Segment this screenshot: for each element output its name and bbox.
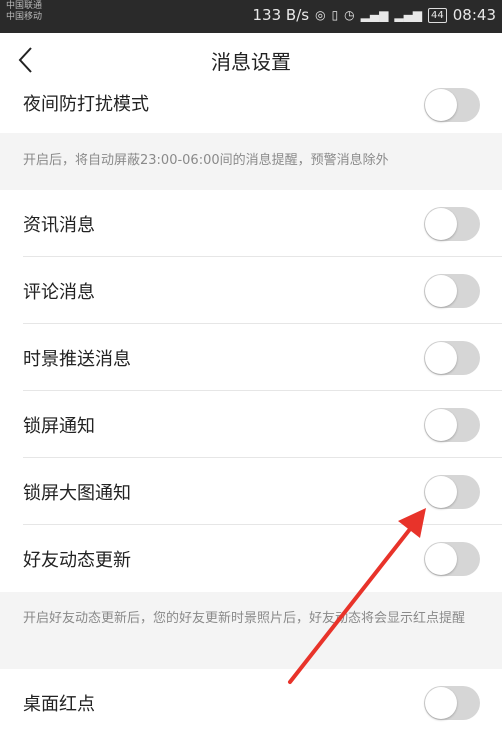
lockscreen-toggle[interactable] bbox=[424, 407, 480, 442]
news-toggle[interactable] bbox=[424, 206, 480, 241]
setting-row-desktop-badge: 桌面红点 bbox=[0, 669, 502, 736]
carrier-2: 中国移动 bbox=[6, 12, 43, 22]
setting-row-friends: 好友动态更新 bbox=[0, 525, 502, 592]
toggle-knob bbox=[425, 686, 457, 719]
toggle-knob bbox=[425, 341, 457, 374]
setting-row-comments: 评论消息 bbox=[0, 257, 502, 324]
toggle-knob bbox=[425, 274, 457, 307]
setting-row-push: 时景推送消息 bbox=[0, 324, 502, 391]
push-toggle[interactable] bbox=[424, 340, 480, 375]
desktop-badge-label: 桌面红点 bbox=[23, 693, 95, 715]
friends-note-text: 开启好友动态更新后，您的好友更新时景照片后，好友动态将会显示红点提醒 bbox=[23, 611, 466, 626]
setting-row-lockscreen-big: 锁屏大图通知 bbox=[0, 458, 502, 525]
comments-label: 评论消息 bbox=[23, 281, 95, 303]
toggle-knob bbox=[425, 89, 457, 121]
friends-note: 开启好友动态更新后，您的好友更新时景照片后，好友动态将会显示红点提醒 bbox=[0, 592, 502, 669]
lockscreen-label: 锁屏通知 bbox=[23, 415, 95, 437]
vibrate-icon: ▯ bbox=[331, 8, 339, 22]
news-label: 资讯消息 bbox=[23, 214, 95, 236]
night-mode-toggle[interactable] bbox=[424, 88, 480, 122]
push-label: 时景推送消息 bbox=[23, 348, 131, 370]
battery-icon: 44 bbox=[428, 7, 447, 23]
carrier-1: 中国联通 bbox=[6, 1, 43, 11]
desktop-badge-toggle[interactable] bbox=[424, 685, 480, 720]
comments-toggle[interactable] bbox=[424, 273, 480, 308]
setting-row-news: 资讯消息 bbox=[0, 190, 502, 257]
signal-1-icon: ▂▄▆ bbox=[360, 8, 389, 22]
lockscreen-big-toggle[interactable] bbox=[424, 474, 480, 509]
night-mode-note: 开启后，将自动屏蔽23:00-06:00间的消息提醒，预警消息除外 bbox=[0, 133, 502, 190]
signal-2-icon: ▂▄▆ bbox=[394, 8, 423, 22]
toggle-knob bbox=[425, 475, 457, 508]
status-bar: 中国联通 中国移动 133 B/s ◎ ▯ ◷ ▂▄▆ ▂▄▆ 44 08:43 bbox=[0, 0, 502, 33]
location-icon: ◎ bbox=[315, 8, 326, 22]
alarm-icon: ◷ bbox=[344, 8, 355, 22]
net-speed: 133 B/s bbox=[252, 6, 310, 24]
carrier-names: 中国联通 中国移动 bbox=[6, 1, 42, 23]
toggle-knob bbox=[425, 408, 457, 441]
status-indicators: 133 B/s ◎ ▯ ◷ ▂▄▆ ▂▄▆ 44 08:43 bbox=[253, 6, 496, 24]
setting-row-night-mode: 夜间防打扰模式 bbox=[0, 85, 502, 133]
toggle-knob bbox=[425, 207, 457, 240]
toggle-knob bbox=[425, 542, 457, 575]
page-title: 消息设置 bbox=[211, 50, 291, 74]
friends-label: 好友动态更新 bbox=[23, 549, 131, 571]
nav-bar: 消息设置 bbox=[0, 33, 502, 85]
night-mode-note-text: 开启后，将自动屏蔽23:00-06:00间的消息提醒，预警消息除外 bbox=[23, 153, 389, 168]
night-mode-label: 夜间防打扰模式 bbox=[23, 94, 149, 115]
friends-toggle[interactable] bbox=[424, 541, 480, 576]
setting-row-lockscreen: 锁屏通知 bbox=[0, 391, 502, 458]
lockscreen-big-label: 锁屏大图通知 bbox=[23, 482, 131, 504]
clock: 08:43 bbox=[452, 6, 496, 24]
